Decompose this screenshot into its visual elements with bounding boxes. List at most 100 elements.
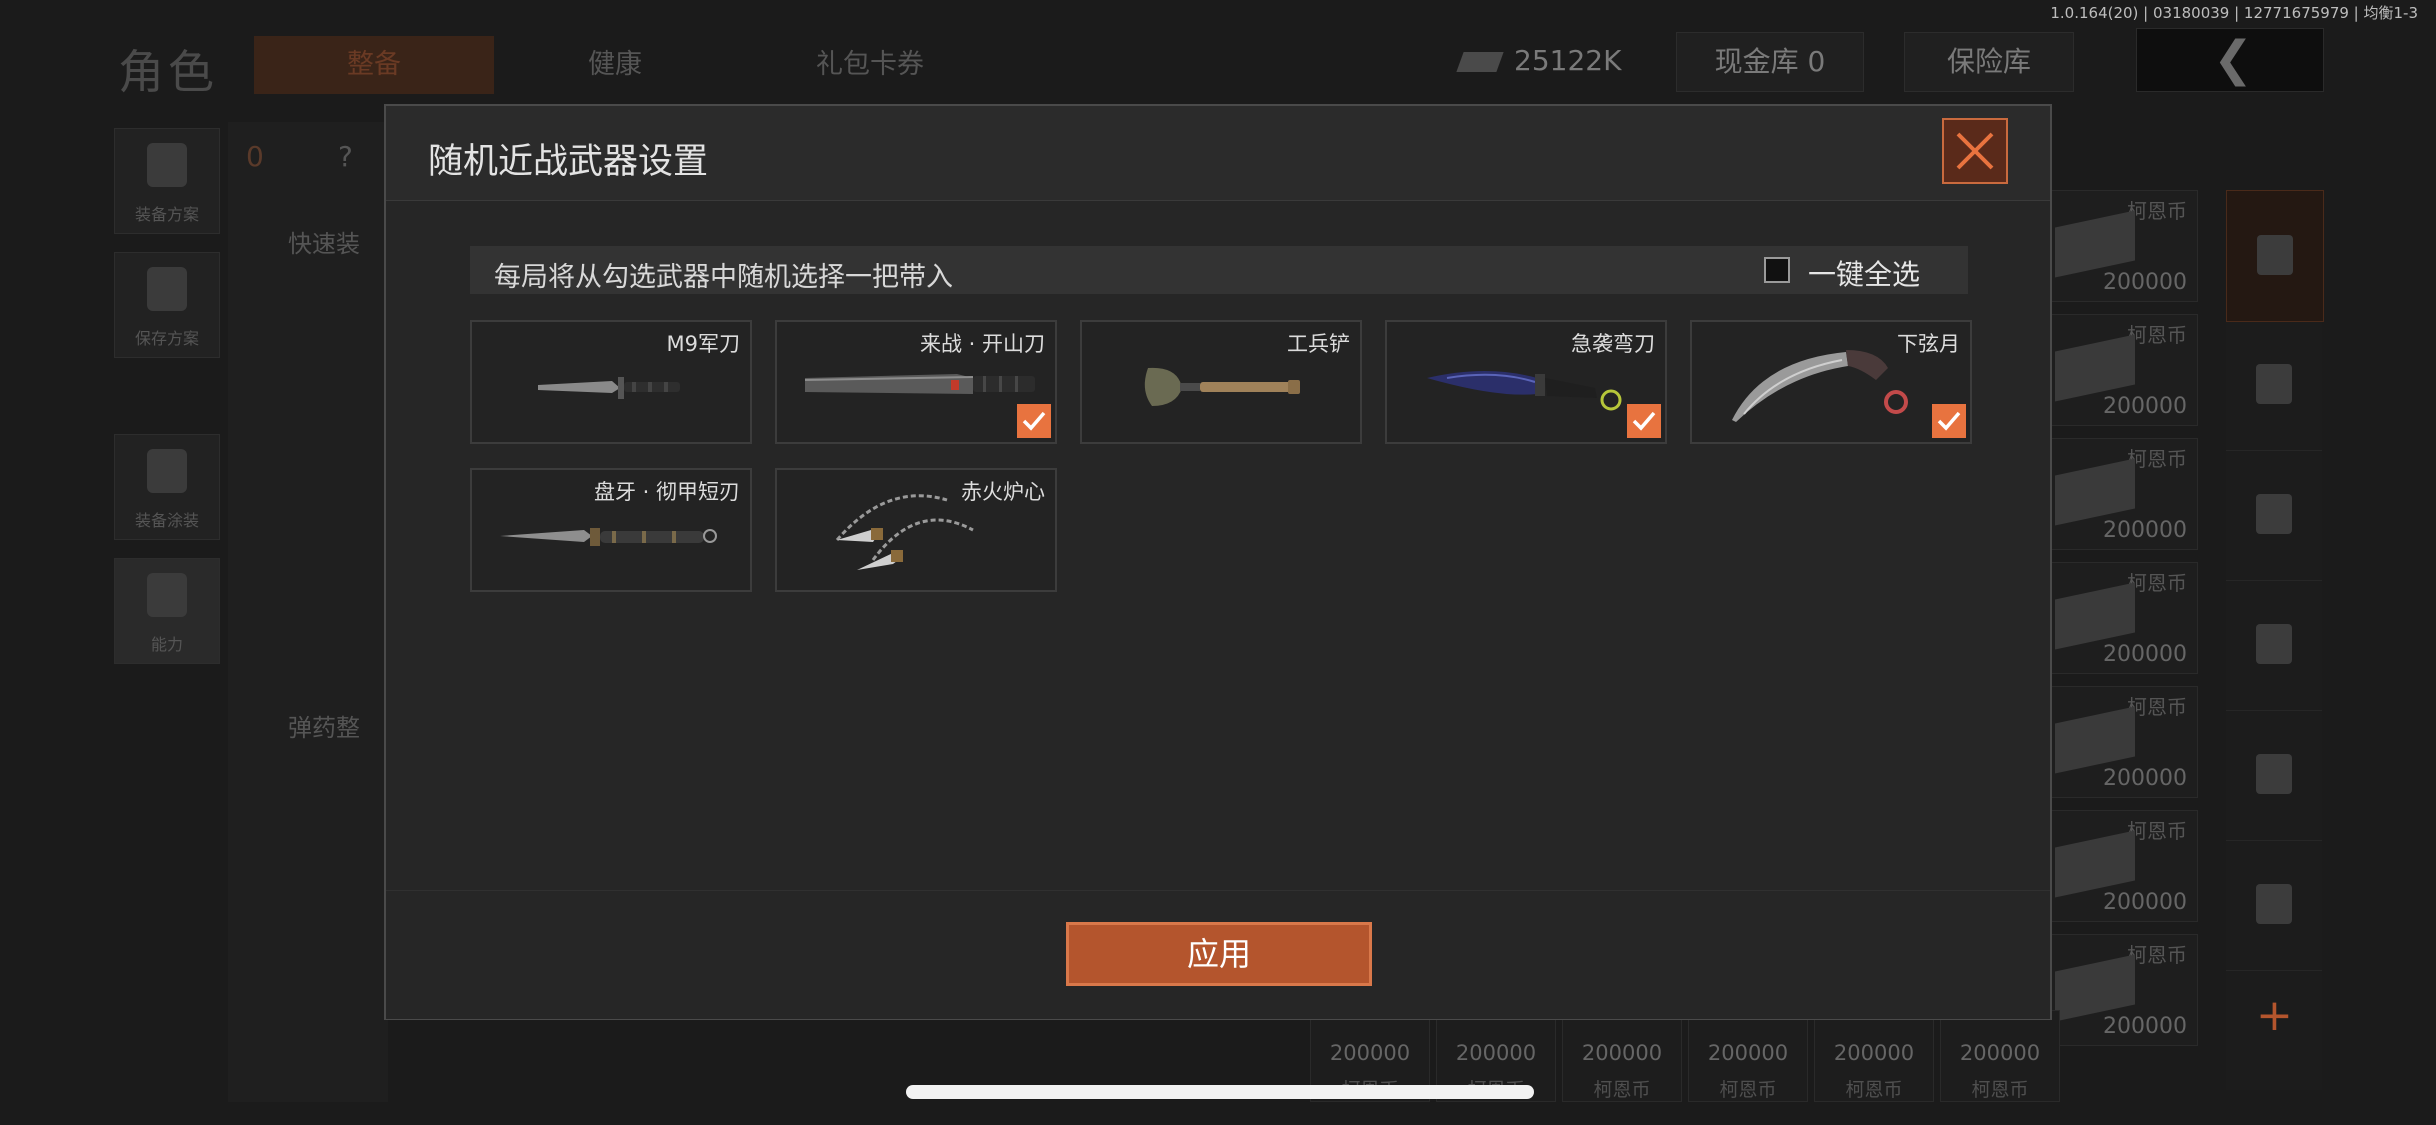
cash-stack-icon	[2055, 458, 2135, 526]
cash-icon	[1456, 52, 1504, 72]
chevron-left-icon: ❮	[2213, 31, 2254, 87]
loadout-count: 0	[246, 140, 264, 173]
checked-mark[interactable]	[1932, 404, 1966, 438]
category-magazine[interactable]	[2226, 580, 2322, 711]
back-button[interactable]: ❮	[2136, 28, 2324, 92]
market-item[interactable]: 柯恩币 200000	[2040, 438, 2198, 550]
vest-icon	[147, 143, 187, 187]
market-item[interactable]: 柯恩币 200000	[2040, 810, 2198, 922]
bottom-item-value: 200000	[1329, 1041, 1411, 1065]
market-column: 柯恩币 200000 柯恩币 200000 柯恩币 200000 柯恩币 200000 …	[2040, 190, 2220, 1090]
market-item[interactable]: 柯恩币 200000	[2040, 686, 2198, 798]
market-item[interactable]: 柯恩币 200000	[2040, 562, 2198, 674]
tab-health[interactable]: 健康	[555, 36, 675, 94]
rifle-icon	[2256, 494, 2292, 534]
apply-button[interactable]: 应用	[1066, 922, 1372, 986]
market-item-title: 柯恩币	[2127, 943, 2187, 967]
info-text: 每局将从勾选武器中随机选择一把带入	[494, 262, 953, 293]
weapon-card-shovel[interactable]: 工兵铲	[1080, 320, 1362, 444]
category-mask[interactable]	[2226, 320, 2322, 451]
nav-save-plan[interactable]: 保存方案	[114, 252, 220, 358]
scope-icon	[2256, 884, 2292, 924]
ammo-label[interactable]: 弹药整	[288, 708, 360, 743]
bottom-item-value: 200000	[1581, 1041, 1663, 1065]
cash-stack-icon	[2055, 210, 2135, 278]
insurance-vault-button[interactable]: 保险库	[1904, 32, 2074, 92]
bottom-item-currency: 柯恩币	[1845, 1079, 1903, 1101]
weapon-card-machete[interactable]: 来战 · 开山刀	[775, 320, 1057, 444]
bottom-item[interactable]: 200000 柯恩币	[1940, 1010, 2060, 1102]
plus-icon: +	[2256, 990, 2293, 1041]
market-item-title: 柯恩币	[2127, 695, 2187, 719]
tab-equip[interactable]: 整备	[254, 36, 494, 94]
weapon-card-fang-blade[interactable]: 盘牙 · 彻甲短刃	[470, 468, 752, 592]
category-add[interactable]: +	[2226, 970, 2322, 1100]
cash-vault-button[interactable]: 现金库 0	[1676, 32, 1864, 92]
weapon-card-fire-heart[interactable]: 赤火炉心	[775, 468, 1057, 592]
currency-balance: 25122K	[1456, 32, 1660, 90]
hat-icon	[2257, 235, 2293, 275]
checked-mark[interactable]	[1627, 404, 1661, 438]
select-all-checkbox[interactable]	[1764, 257, 1790, 283]
tab-gift-coupons[interactable]: 礼包卡券	[770, 36, 970, 94]
market-item[interactable]: 柯恩币 200000	[2040, 314, 2198, 426]
market-item-value: 200000	[2103, 1014, 2187, 1039]
nav-label: 保存方案	[134, 329, 199, 348]
nav-label: 装备涂装	[134, 511, 199, 530]
market-item-title: 柯恩币	[2127, 323, 2187, 347]
bottom-item-currency: 柯恩币	[1971, 1079, 2029, 1101]
category-scope[interactable]	[2226, 840, 2322, 971]
check-icon	[1022, 411, 1046, 431]
magazine-icon	[2256, 624, 2292, 664]
bottom-item-value: 200000	[1707, 1041, 1789, 1065]
market-item[interactable]: 柯恩币 200000	[2040, 190, 2198, 302]
bottom-item[interactable]: 200000 柯恩币	[1688, 1010, 1808, 1102]
check-icon	[1937, 411, 1961, 431]
bottom-item[interactable]: 200000 柯恩币	[1562, 1010, 1682, 1102]
cash-stack-icon	[2055, 706, 2135, 774]
close-icon	[1956, 132, 1994, 170]
page-title: 角色	[118, 45, 218, 99]
market-item-title: 柯恩币	[2127, 199, 2187, 223]
nav-equip-skin[interactable]: 装备涂装	[114, 434, 220, 540]
select-all-toggle[interactable]: 一键全选	[1764, 252, 1944, 291]
check-icon	[1632, 411, 1656, 431]
weapon-card-raid-blade[interactable]: 急袭弯刀	[1385, 320, 1667, 444]
nav-label: 装备方案	[134, 205, 199, 224]
weapon-card-waning-moon[interactable]: 下弦月	[1690, 320, 1972, 444]
category-rail: +	[2226, 190, 2324, 1090]
category-ammo[interactable]	[2226, 710, 2322, 841]
lightning-icon	[147, 573, 187, 617]
weapon-card-m9[interactable]: M9军刀	[470, 320, 752, 444]
market-item-title: 柯恩币	[2127, 819, 2187, 843]
modal-header: 随机近战武器设置	[386, 106, 2050, 201]
cash-stack-icon	[2055, 582, 2135, 650]
bottom-item-currency: 柯恩币	[1593, 1079, 1651, 1101]
bottom-item-currency: 柯恩币	[1719, 1079, 1777, 1101]
market-item-value: 200000	[2103, 270, 2187, 295]
home-indicator[interactable]	[906, 1085, 1534, 1099]
close-button[interactable]	[1942, 118, 2008, 184]
market-item[interactable]: 柯恩币 200000	[2040, 934, 2198, 1046]
market-item-value: 200000	[2103, 890, 2187, 915]
category-hat[interactable]	[2226, 190, 2324, 322]
market-item-value: 200000	[2103, 766, 2187, 791]
version-text: 1.0.164(20) | 03180039 | 12771675979 | 均…	[2050, 4, 2418, 22]
select-all-label: 一键全选	[1808, 258, 1921, 291]
checked-mark[interactable]	[1017, 404, 1051, 438]
bottom-item-value: 200000	[1959, 1041, 2041, 1065]
bottom-item[interactable]: 200000 柯恩币	[1814, 1010, 1934, 1102]
currency-balance-value: 25122K	[1514, 44, 1622, 77]
download-icon	[147, 267, 187, 311]
bottom-item-value: 200000	[1455, 1041, 1537, 1065]
help-icon[interactable]: ?	[338, 140, 353, 173]
market-item-value: 200000	[2103, 518, 2187, 543]
quick-equip-label[interactable]: 快速装	[288, 224, 360, 259]
category-rifle[interactable]	[2226, 450, 2322, 581]
random-melee-modal: 随机近战武器设置 每局将从勾选武器中随机选择一把带入 一键全选 M9军刀 来战 …	[384, 104, 2052, 1020]
bottom-item-value: 200000	[1833, 1041, 1915, 1065]
short-blade-icon	[500, 528, 717, 546]
modal-title: 随机近战武器设置	[428, 142, 709, 182]
nav-equip-plan[interactable]: 装备方案	[114, 128, 220, 234]
nav-ability[interactable]: 能力	[114, 558, 220, 664]
